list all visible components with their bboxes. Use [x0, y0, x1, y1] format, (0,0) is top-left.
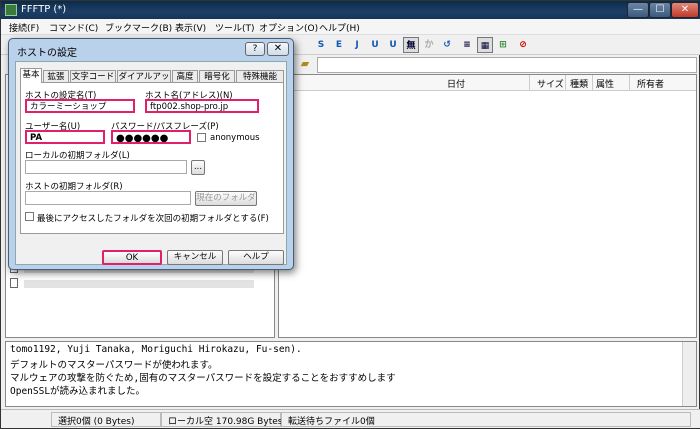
host-setting-name-field[interactable]: カラーミーショップ [25, 99, 135, 113]
detail-view-icon[interactable]: ▦ [477, 37, 493, 53]
menu-view[interactable]: 表示(V) [175, 21, 206, 34]
menu-command[interactable]: コマンド(C) [49, 21, 98, 34]
user-name-field[interactable]: PA [25, 130, 105, 144]
column-separator[interactable] [592, 75, 593, 91]
dialog-help-icon[interactable]: ? [245, 42, 265, 56]
message-log[interactable]: tomo1192, Yuji Tanaka, Moriguchi Hirokaz… [5, 341, 697, 407]
column-attr[interactable]: 属性 [596, 77, 614, 90]
log-line: OpenSSLが読み込まれました。 [10, 386, 146, 397]
list-view-icon[interactable]: ≡ [459, 37, 475, 53]
toolbar-jis-button[interactable]: J [349, 37, 365, 53]
app-icon [5, 4, 17, 16]
last-folder-checkbox[interactable] [25, 212, 34, 221]
menu-tool[interactable]: ツール(T) [215, 21, 255, 34]
toolbar-utf8bom-button[interactable]: U [385, 37, 401, 53]
status-selected: 選択0個 (0 Bytes) [51, 412, 161, 427]
log-scrollbar[interactable] [682, 342, 696, 406]
dialog-title: ホストの設定 [17, 48, 77, 59]
status-local-free: ローカル空 170.98G Bytes [161, 412, 282, 427]
last-folder-label: 最後にアクセスしたフォルダを次回の初期フォルダとする(F) [37, 214, 269, 224]
host-settings-dialog: ホストの設定 ? ✕ 基本 拡張 文字コード ダイアルアップ 高度 暗号化 特殊… [8, 38, 294, 270]
title-bar: FFFTP (*) — ☐ ✕ [1, 1, 700, 19]
toolbar-no-convert-button[interactable]: 無 [403, 37, 419, 53]
host-folder-field[interactable] [25, 191, 191, 205]
log-line: tomo1192, Yuji Tanaka, Moriguchi Hirokaz… [10, 344, 302, 355]
password-field[interactable]: ●●●●●● [111, 130, 191, 144]
column-separator[interactable] [529, 75, 530, 91]
dialog-close-icon[interactable]: ✕ [267, 42, 289, 56]
anonymous-label: anonymous [210, 133, 260, 143]
menu-option[interactable]: オプション(O) [259, 21, 318, 34]
menu-help[interactable]: ヘルプ(H) [319, 21, 360, 34]
remote-path-input[interactable] [317, 57, 697, 73]
folder-icon[interactable]: ▰ [297, 57, 313, 73]
minimize-button[interactable]: — [627, 2, 649, 18]
toolbar-euc-button[interactable]: E [331, 37, 347, 53]
menu-bar: 接続(F) コマンド(C) ブックマーク(B) 表示(V) ツール(T) オプシ… [1, 19, 700, 35]
remote-path-bar: ▰ [279, 56, 699, 74]
column-size[interactable]: サイズ [537, 77, 564, 90]
stop-icon[interactable]: ⊘ [515, 37, 531, 53]
cancel-button[interactable]: キャンセル [167, 250, 223, 265]
column-date[interactable]: 日付 [447, 77, 465, 90]
maximize-button[interactable]: ☐ [649, 2, 671, 18]
host-name-field[interactable]: ftp002.shop-pro.jp [145, 99, 259, 113]
remote-file-list[interactable]: 日付 サイズ 種類 属性 所有者 [278, 74, 697, 338]
toolbar-sjis-button[interactable]: S [313, 37, 329, 53]
ok-button[interactable]: OK [102, 250, 162, 265]
dialog-tabs: 基本 拡張 文字コード ダイアルアップ 高度 暗号化 特殊機能 [20, 68, 284, 94]
toolbar-kana-button[interactable]: か [421, 37, 437, 53]
log-line: デフォルトのマスターパスワードが使われます。 [10, 360, 218, 371]
list-item[interactable] [10, 278, 270, 290]
status-bar: 選択0個 (0 Bytes) ローカル空 170.98G Bytes 転送待ちフ… [1, 409, 700, 428]
remote-column-header: 日付 サイズ 種類 属性 所有者 [279, 75, 696, 91]
sync-icon[interactable]: ⊞ [495, 37, 511, 53]
current-folder-button[interactable]: 現在のフォルダ [195, 191, 257, 206]
status-queue: 転送待ちファイル0個 [281, 412, 691, 427]
toolbar-utf8-button[interactable]: U [367, 37, 383, 53]
column-owner[interactable]: 所有者 [637, 77, 664, 90]
help-button[interactable]: ヘルプ [228, 250, 284, 265]
log-line: マルウェアの攻撃を防ぐため,固有のマスターパスワードを設定することをおすすめしま… [10, 373, 396, 384]
window-title: FFFTP (*) [21, 4, 67, 15]
tab-basic[interactable]: 基本 [20, 68, 42, 83]
dialog-body: 基本 拡張 文字コード ダイアルアップ 高度 暗号化 特殊機能 ホストの設定名(… [15, 61, 287, 265]
column-separator[interactable] [565, 75, 566, 91]
blurred-filename [24, 280, 254, 288]
browse-local-folder-button[interactable]: ... [191, 160, 205, 175]
refresh-icon[interactable]: ↺ [439, 37, 455, 53]
basic-tab-panel: ホストの設定名(T) カラーミーショップ ホスト名(アドレス)(N) ftp00… [20, 82, 284, 234]
anonymous-checkbox[interactable] [197, 133, 206, 142]
menu-bookmark[interactable]: ブックマーク(B) [105, 21, 172, 34]
menu-connect[interactable]: 接続(F) [9, 21, 39, 34]
local-folder-field[interactable] [25, 160, 187, 174]
close-window-button[interactable]: ✕ [671, 2, 699, 18]
file-icon [10, 278, 18, 288]
column-type[interactable]: 種類 [570, 77, 588, 90]
column-separator[interactable] [629, 75, 630, 91]
